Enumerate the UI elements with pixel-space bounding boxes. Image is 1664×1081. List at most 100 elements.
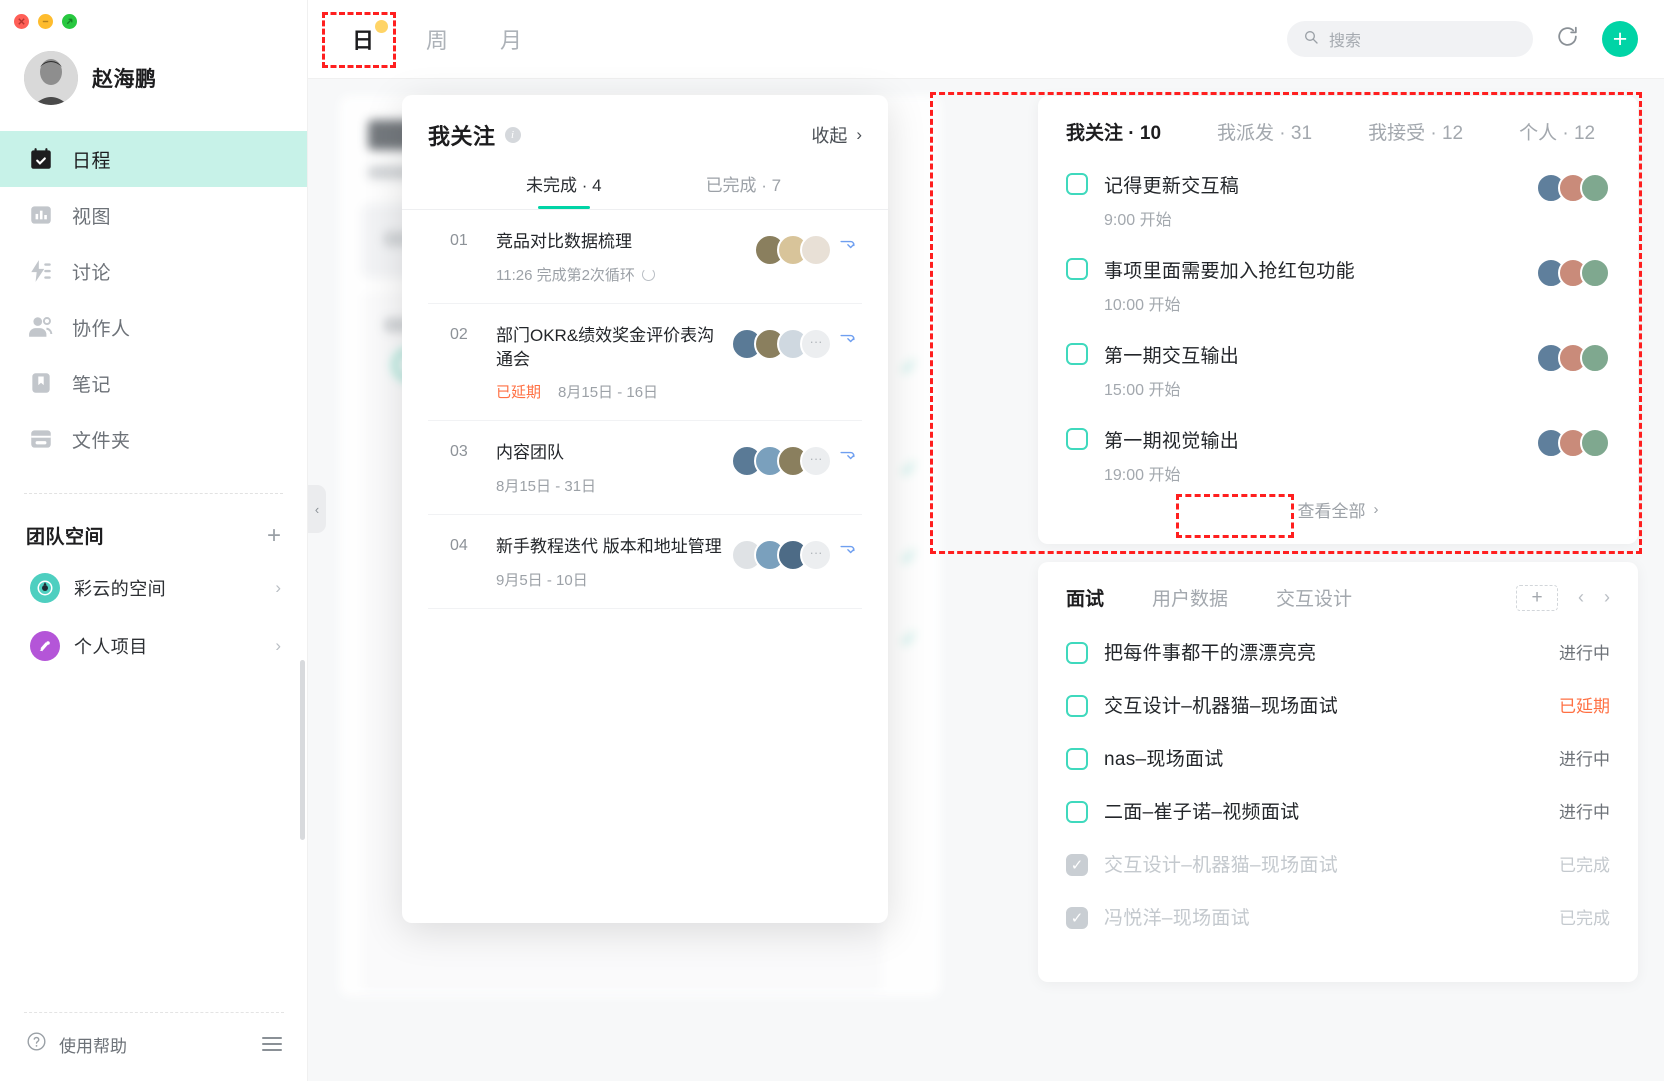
sidebar-scrollbar[interactable] bbox=[300, 660, 305, 840]
menu-icon[interactable] bbox=[262, 1037, 282, 1051]
interview-checkbox[interactable] bbox=[1066, 694, 1088, 717]
list-item[interactable]: 02 部门OKR&绩效奖金评价表沟通会 已延期 8月15日 - 16日 bbox=[428, 304, 862, 422]
chevron-right-icon[interactable]: › bbox=[275, 636, 281, 656]
view-all-button[interactable]: 查看全部 › bbox=[1038, 497, 1638, 522]
space-item-caiyun[interactable]: 彩云的空间 › bbox=[0, 559, 307, 617]
row-index: 02 bbox=[450, 325, 468, 343]
tab-my-focus[interactable]: 我关注 · 10 bbox=[1066, 118, 1161, 145]
bookmark-icon bbox=[28, 370, 54, 396]
tab-completed[interactable]: 已完成 · 7 bbox=[706, 171, 782, 209]
interview-checkbox[interactable] bbox=[1066, 906, 1088, 929]
space-item-personal[interactable]: 个人项目 › bbox=[0, 617, 307, 675]
collapse-panel-handle[interactable]: ‹ bbox=[308, 485, 326, 533]
list-item[interactable]: 04 新手教程迭代 版本和地址管理 9月5日 - 10日 bbox=[428, 515, 862, 609]
info-icon[interactable]: i bbox=[504, 127, 521, 143]
chevron-right-icon[interactable]: › bbox=[1604, 587, 1610, 608]
sidebar: 赵海鹏 日程 视图 讨论 协作人 笔记 文件夹 团队空间 + 彩云的空间 › 个… bbox=[0, 0, 308, 1081]
tab-my-assigned[interactable]: 我派发 · 31 bbox=[1217, 118, 1312, 145]
tab-interview[interactable]: 面试 bbox=[1066, 584, 1104, 611]
task-checkbox[interactable] bbox=[1066, 428, 1088, 450]
list-item[interactable]: 03 内容团队 8月15日 - 31日 bbox=[428, 421, 862, 516]
day-tab-badge: 日 bbox=[352, 20, 389, 59]
interview-item[interactable]: 冯悦洋–现场面试 已完成 bbox=[1066, 890, 1610, 943]
team-space-header: 团队空间 + bbox=[0, 494, 307, 559]
help-button[interactable]: 使用帮助 bbox=[26, 1031, 127, 1057]
tab-interaction-design[interactable]: 交互设计 bbox=[1276, 584, 1352, 611]
interview-list: 把每件事都干的漂漂亮亮 进行中 交互设计–机器猫–现场面试 已延期 nas–现场… bbox=[1038, 611, 1638, 943]
space-label: 个人项目 bbox=[74, 637, 148, 657]
task-row[interactable]: 第一期视觉输出 19:00 开始 bbox=[1066, 412, 1610, 497]
question-mark-icon bbox=[26, 1031, 47, 1057]
avatar bbox=[24, 51, 78, 105]
add-button[interactable]: + bbox=[1602, 21, 1638, 57]
interview-item[interactable]: 交互设计–机器猫–现场面试 已延期 bbox=[1066, 678, 1610, 731]
task-checkbox[interactable] bbox=[1066, 343, 1088, 365]
avatar-stack bbox=[731, 324, 832, 360]
tab-my-accepted[interactable]: 我接受 · 12 bbox=[1368, 118, 1463, 145]
row-title: 新手教程迭代 版本和地址管理 bbox=[496, 537, 722, 557]
sidebar-item-notes[interactable]: 笔记 bbox=[0, 355, 307, 411]
task-row[interactable]: 事项里面需要加入抢红包功能 10:00 开始 bbox=[1066, 242, 1610, 327]
list-item[interactable]: 01 竞品对比数据梳理 11:26 完成第2次循环 bbox=[428, 210, 862, 304]
tab-week[interactable]: 周 bbox=[404, 17, 470, 61]
reschedule-icon[interactable] bbox=[832, 230, 862, 255]
topbar: 日 周 月 搜索 + bbox=[308, 0, 1664, 79]
row-body: 部门OKR&绩效奖金评价表沟通会 已延期 8月15日 - 16日 bbox=[496, 324, 723, 403]
user-profile[interactable]: 赵海鹏 bbox=[0, 29, 307, 131]
refresh-icon[interactable] bbox=[1555, 24, 1580, 54]
interview-item[interactable]: 二面–崔子诺–视频面试 进行中 bbox=[1066, 784, 1610, 837]
task-time: 15:00 开始 bbox=[1104, 382, 1181, 399]
tab-day-label: 日 bbox=[352, 28, 375, 53]
sidebar-item-schedule[interactable]: 日程 bbox=[0, 131, 307, 187]
close-icon[interactable] bbox=[14, 14, 29, 29]
interview-checkbox[interactable] bbox=[1066, 800, 1088, 823]
yellow-dot-icon bbox=[375, 20, 389, 33]
task-checkbox[interactable] bbox=[1066, 258, 1088, 280]
task-row[interactable]: 记得更新交互稿 9:00 开始 bbox=[1066, 157, 1610, 242]
interview-item[interactable]: 交互设计–机器猫–现场面试 已完成 bbox=[1066, 837, 1610, 890]
interview-item[interactable]: nas–现场面试 进行中 bbox=[1066, 731, 1610, 784]
interview-title: nas–现场面试 bbox=[1104, 749, 1224, 770]
sidebar-item-view[interactable]: 视图 bbox=[0, 187, 307, 243]
tab-month[interactable]: 月 bbox=[478, 17, 544, 61]
minimize-icon[interactable] bbox=[38, 14, 53, 29]
row-body: 内容团队 8月15日 - 31日 bbox=[496, 441, 723, 496]
collapse-button[interactable]: 收起 › bbox=[811, 122, 862, 148]
maximize-icon[interactable] bbox=[62, 14, 77, 29]
sidebar-item-discussion[interactable]: 讨论 bbox=[0, 243, 307, 299]
add-tab-button[interactable]: + bbox=[1516, 584, 1558, 611]
interview-checkbox[interactable] bbox=[1066, 641, 1088, 664]
row-index: 01 bbox=[450, 232, 468, 249]
chevron-left-icon[interactable]: ‹ bbox=[1578, 587, 1584, 608]
sidebar-item-folder[interactable]: 文件夹 bbox=[0, 411, 307, 467]
interview-item[interactable]: 把每件事都干的漂漂亮亮 进行中 bbox=[1066, 625, 1610, 678]
reschedule-icon[interactable] bbox=[832, 324, 862, 349]
task-row[interactable]: 第一期交互输出 15:00 开始 bbox=[1066, 327, 1610, 412]
avatar-stack bbox=[1536, 256, 1610, 288]
interview-panel-header: 面试 用户数据 交互设计 + ‹ › bbox=[1038, 584, 1638, 611]
status-badge: 已完成 bbox=[1559, 909, 1610, 928]
sidebar-item-collaborators[interactable]: 协作人 bbox=[0, 299, 307, 355]
chevron-right-icon[interactable]: › bbox=[275, 578, 281, 598]
tab-personal[interactable]: 个人 · 12 bbox=[1519, 118, 1595, 145]
sidebar-item-label: 笔记 bbox=[72, 374, 112, 396]
reschedule-icon[interactable] bbox=[832, 441, 862, 466]
task-title: 记得更新交互稿 bbox=[1104, 176, 1240, 197]
search-input[interactable]: 搜索 bbox=[1287, 21, 1533, 57]
task-checkbox[interactable] bbox=[1066, 173, 1088, 195]
space-label: 彩云的空间 bbox=[74, 579, 166, 599]
modal-header: 我关注 i 收起 › bbox=[402, 95, 888, 151]
task-body: 第一期交互输出 15:00 开始 bbox=[1104, 341, 1536, 400]
interview-checkbox[interactable] bbox=[1066, 853, 1088, 876]
task-body: 记得更新交互稿 9:00 开始 bbox=[1104, 171, 1536, 230]
interview-checkbox[interactable] bbox=[1066, 747, 1088, 770]
interview-title: 交互设计–机器猫–现场面试 bbox=[1104, 855, 1339, 876]
row-title: 竞品对比数据梳理 bbox=[496, 232, 632, 251]
team-space-title: 团队空间 bbox=[26, 527, 105, 548]
tab-day[interactable]: 日 bbox=[330, 17, 396, 61]
tab-user-data[interactable]: 用户数据 bbox=[1152, 584, 1228, 611]
add-team-space-button[interactable]: + bbox=[267, 523, 281, 548]
reschedule-icon[interactable] bbox=[832, 535, 862, 560]
tab-incomplete[interactable]: 未完成 · 4 bbox=[526, 171, 602, 209]
row-index: 03 bbox=[450, 443, 468, 461]
